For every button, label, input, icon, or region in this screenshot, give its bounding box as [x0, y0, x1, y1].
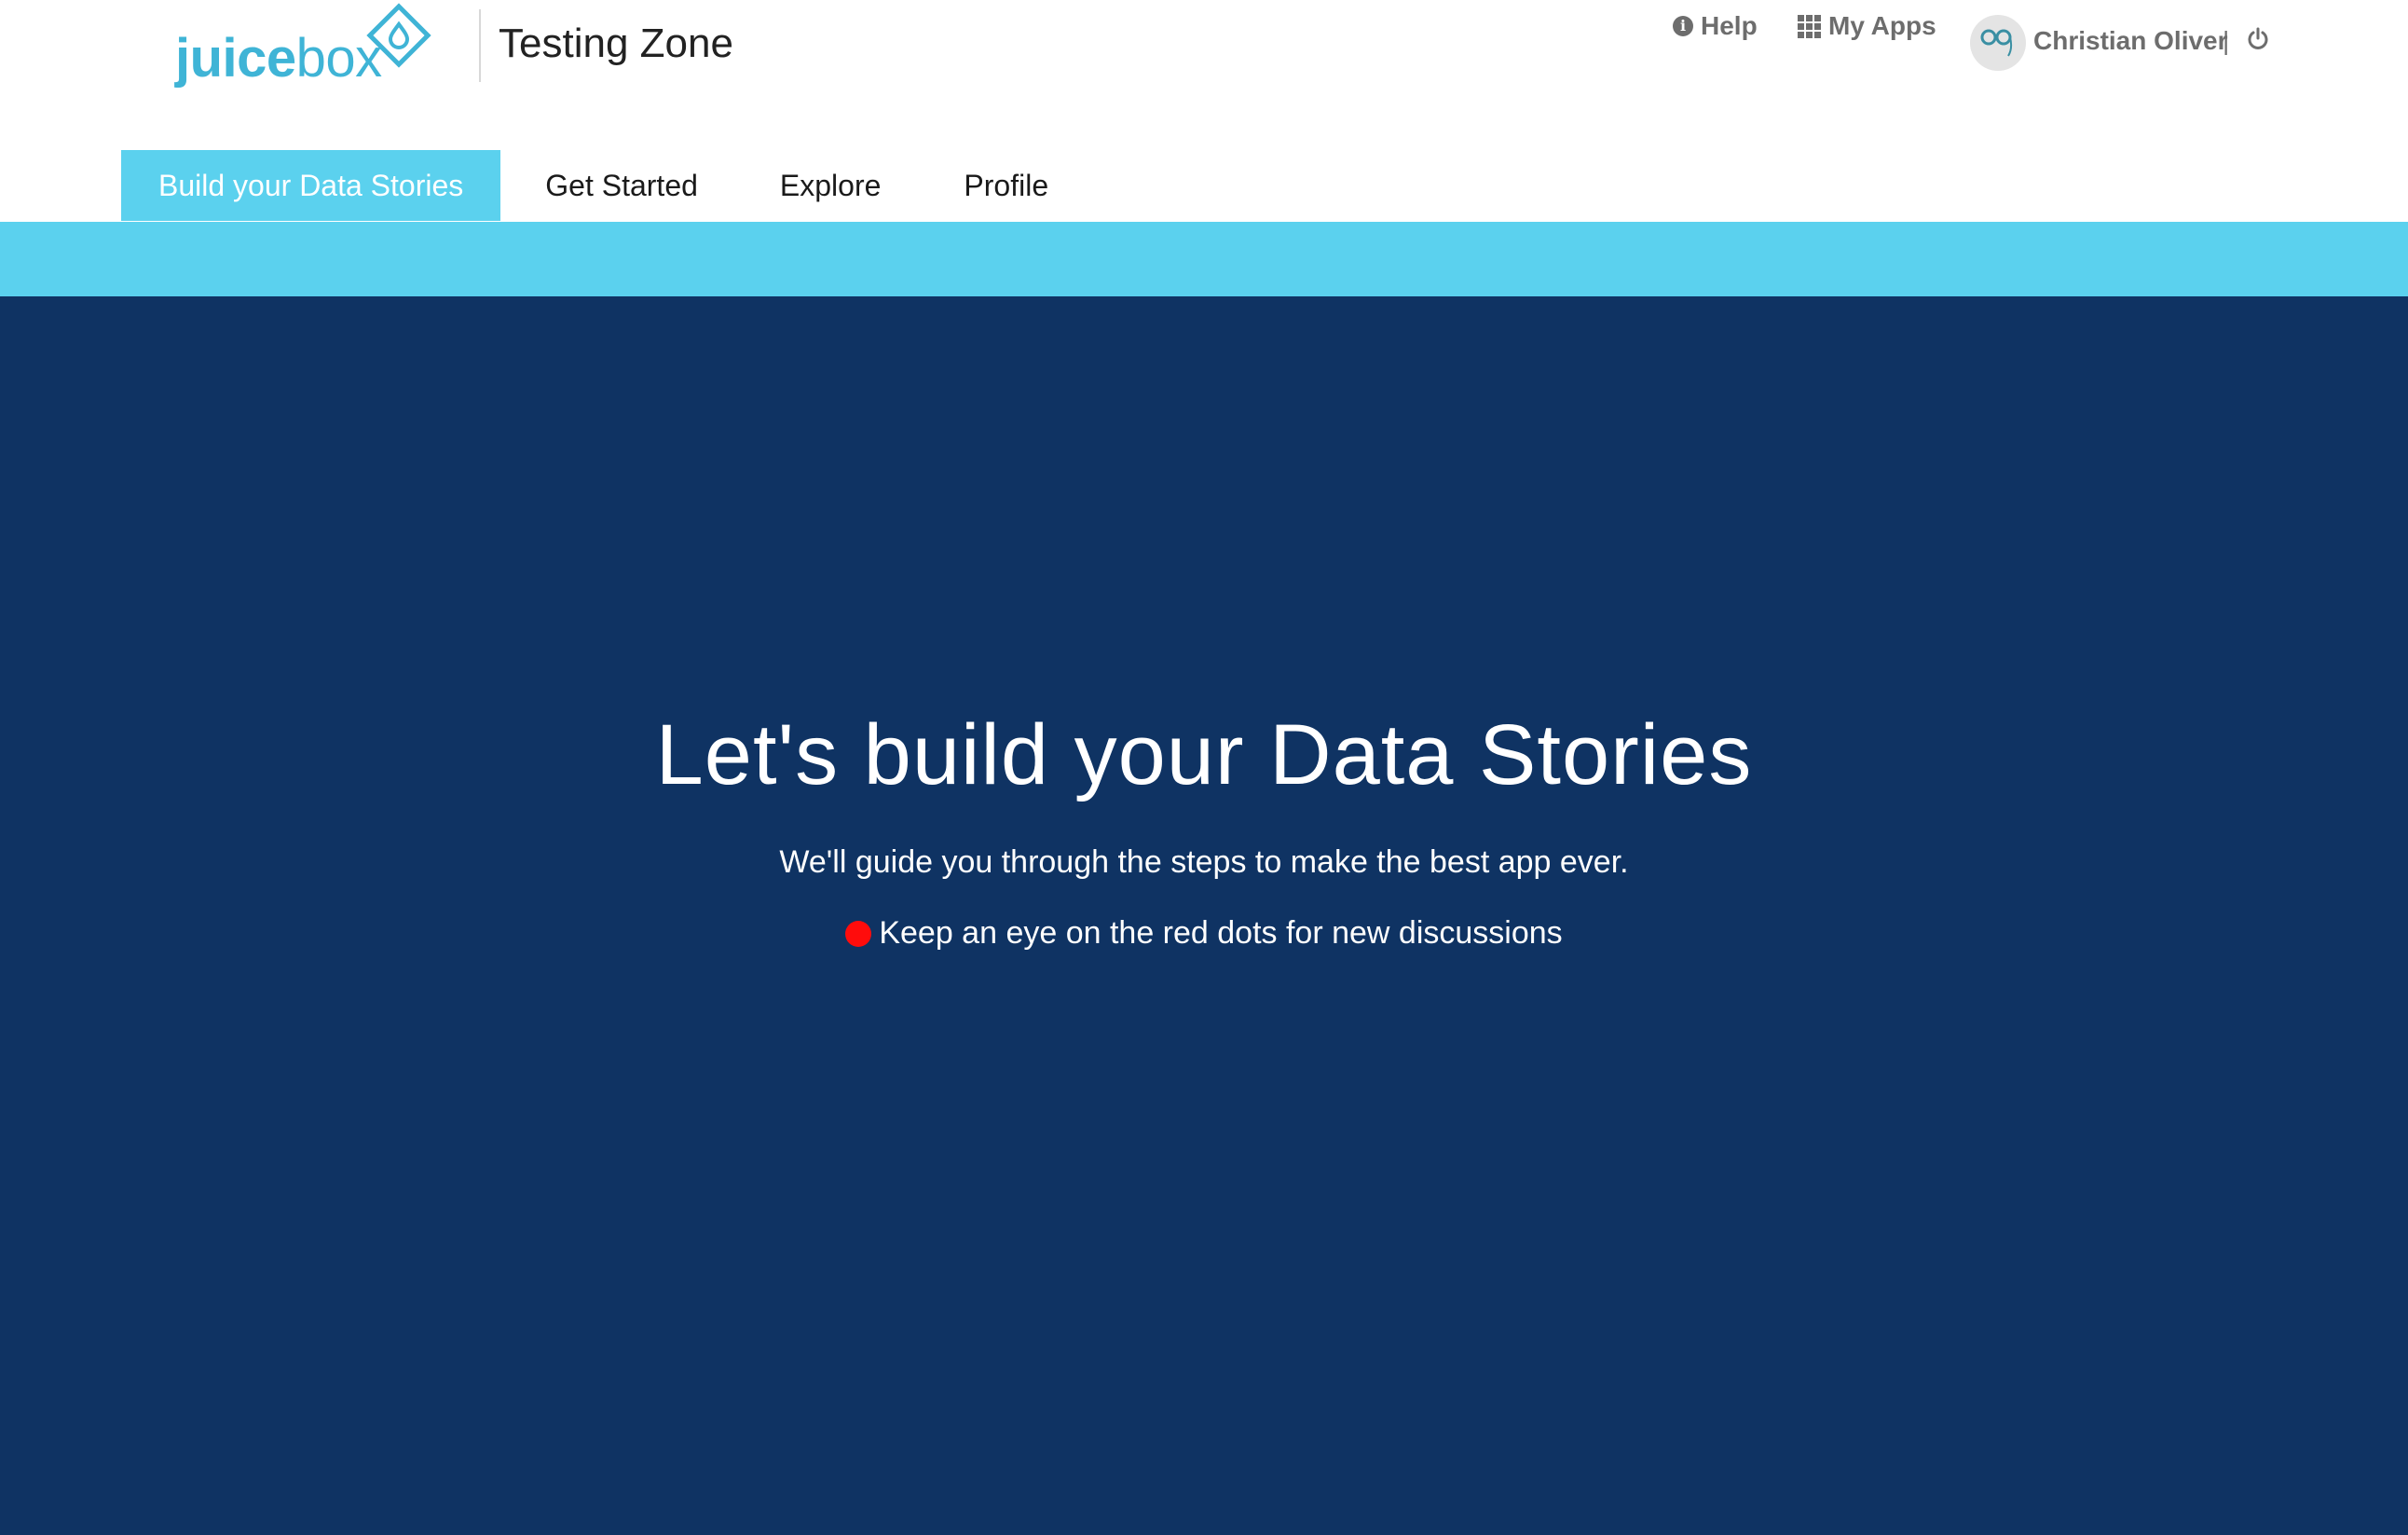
hero-note: Keep an eye on the red dots for new disc…: [0, 915, 2408, 952]
hero-subtitle: We'll guide you through the steps to mak…: [779, 844, 1629, 880]
main-tabs: Build your Data Stories Get Started Expl…: [121, 150, 1086, 221]
info-circle-icon: i: [1673, 16, 1693, 36]
header-divider: [479, 9, 481, 82]
tab-explore[interactable]: Explore: [739, 150, 923, 221]
red-dot-icon: [845, 920, 872, 947]
help-label: Help: [1701, 11, 1758, 40]
logo-wordmark: juicebox: [175, 28, 382, 89]
avatar[interactable]: [1970, 15, 2026, 71]
my-apps-link[interactable]: My Apps: [1798, 11, 1936, 41]
tab-build-your-data-stories[interactable]: Build your Data Stories: [121, 150, 501, 221]
tab-get-started[interactable]: Get Started: [500, 150, 739, 221]
user-separator: |: [2223, 26, 2230, 55]
my-apps-label: My Apps: [1828, 11, 1936, 40]
logo-diamond-icon: [366, 3, 431, 68]
hero-title: Let's build your Data Stories: [655, 707, 1753, 802]
glasses-icon: [1980, 29, 2013, 57]
app-title: Testing Zone: [499, 21, 733, 66]
user-name[interactable]: Christian Oliver: [2033, 26, 2228, 56]
app-header: juicebox Testing Zone i Help My Apps Chr…: [0, 0, 2408, 149]
grid-icon: [1798, 14, 1821, 38]
hero-section: Let's build your Data Stories We'll guid…: [0, 296, 2408, 1535]
tab-profile[interactable]: Profile: [922, 150, 1086, 221]
power-icon[interactable]: [2246, 27, 2270, 51]
accent-band: [0, 222, 2408, 296]
help-link[interactable]: i Help: [1673, 11, 1758, 41]
juicebox-logo[interactable]: juicebox: [175, 0, 436, 103]
hero-note-text: Keep an eye on the red dots for new disc…: [879, 915, 1563, 951]
